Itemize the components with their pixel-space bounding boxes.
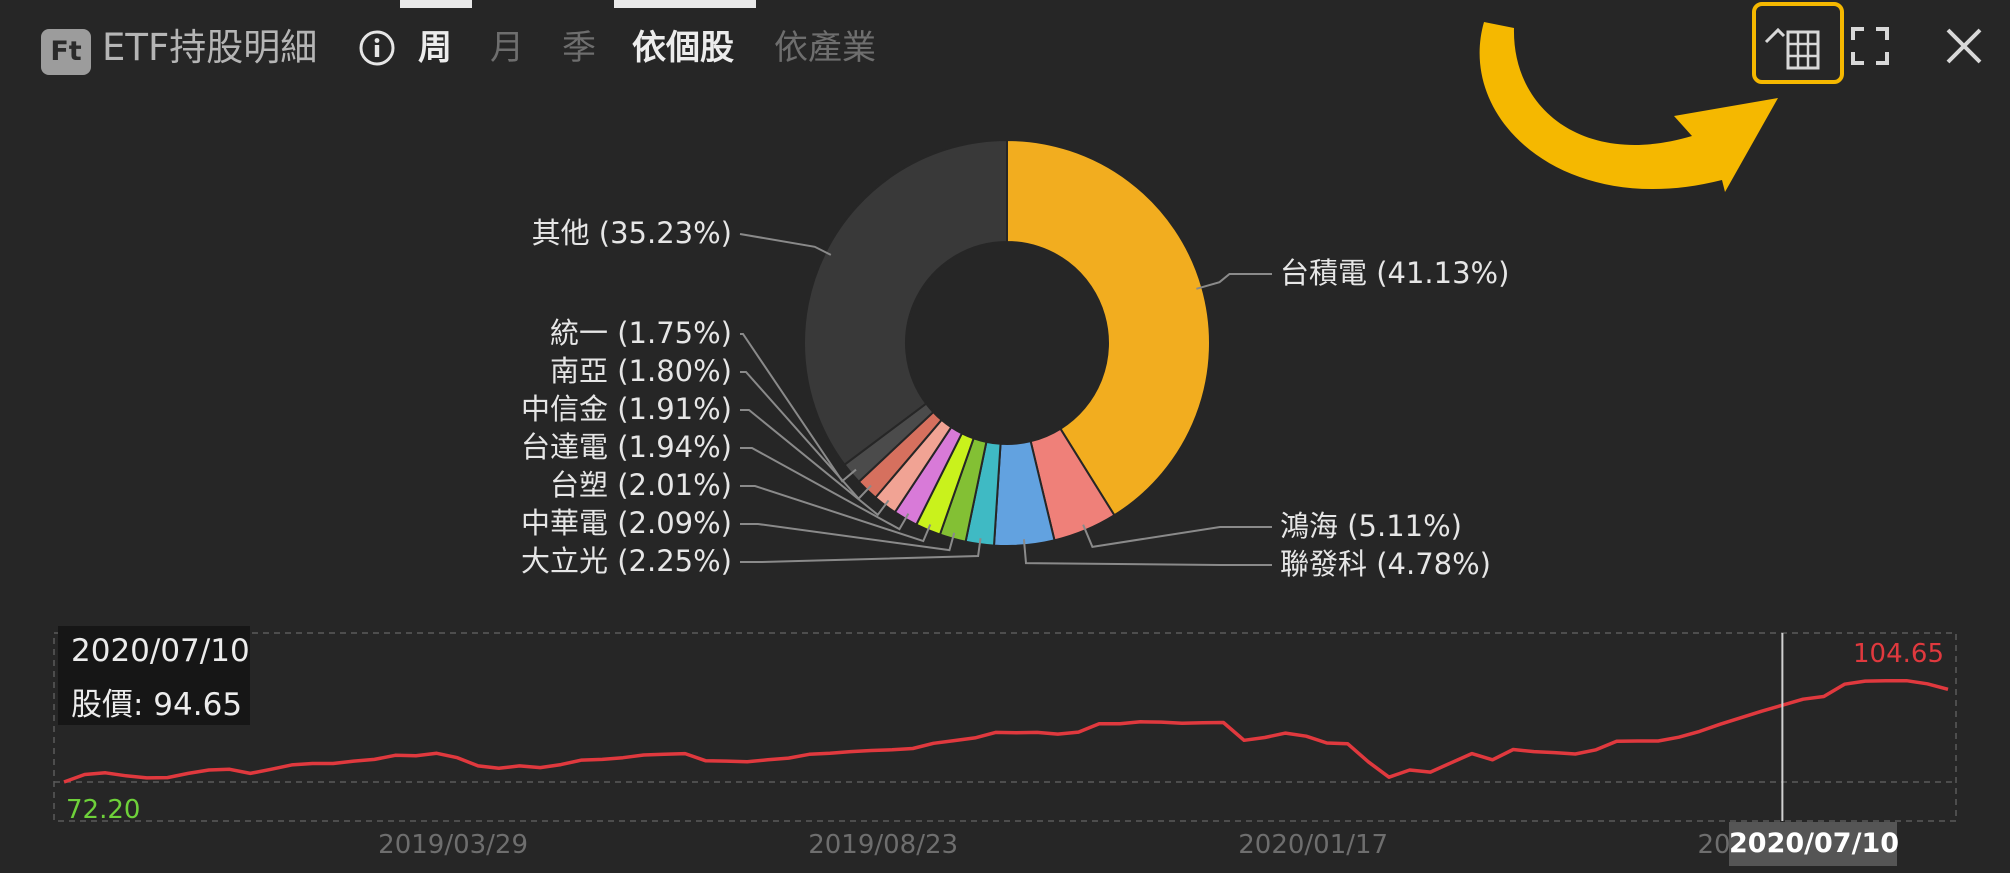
tooltip-date: 2020/07/10: [71, 633, 250, 669]
price-series-line[interactable]: [63, 678, 1949, 784]
price-tooltip: 2020/07/10 股價: 94.65: [58, 626, 250, 725]
x-tick-label: 2020/01/17: [1238, 830, 1388, 860]
x-tick-label: 2019/03/29: [378, 830, 528, 860]
price-line-chart: 2019/03/292019/08/232020/01/172020/072.2…: [53, 632, 1957, 860]
cursor-date-label: 2020/07/10: [1729, 822, 1899, 866]
tooltip-price: 股價: 94.65: [71, 687, 243, 723]
min-value-label: 72.20: [66, 795, 140, 825]
line-chart-frame: [53, 632, 1957, 822]
x-tick-label: 2019/08/23: [808, 830, 958, 860]
max-value-label: 104.65: [1853, 639, 1944, 669]
